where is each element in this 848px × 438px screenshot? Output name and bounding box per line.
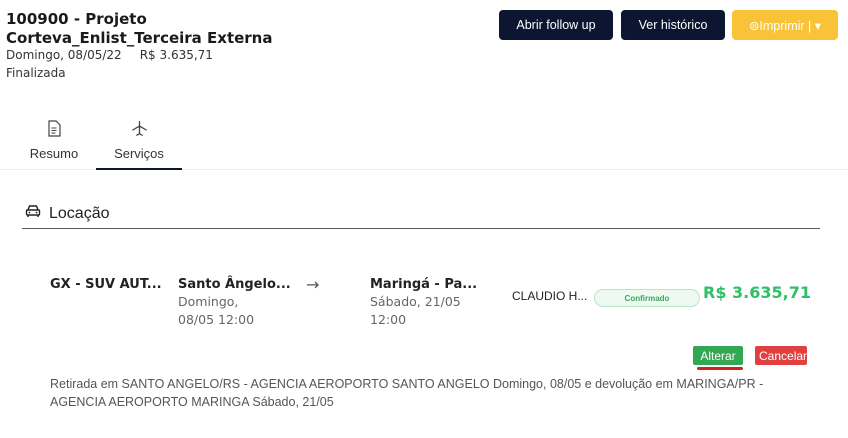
pickup-city: Santo Ângelo... bbox=[178, 277, 291, 292]
alter-underline bbox=[697, 367, 743, 370]
section-title: Locação bbox=[25, 204, 110, 223]
tab-resumo[interactable]: Resumo bbox=[14, 118, 94, 170]
section-divider bbox=[22, 228, 820, 229]
booking-price: R$ 3.635,71 bbox=[703, 283, 811, 302]
tab-bar: Resumo Serviços bbox=[0, 118, 848, 170]
order-price: R$ 3.635,71 bbox=[139, 48, 213, 62]
status-badge: Confirmado bbox=[594, 289, 700, 307]
car-model: GX - SUV AUT... bbox=[50, 277, 162, 292]
alter-button[interactable]: Alterar bbox=[693, 346, 743, 365]
car-icon bbox=[25, 204, 41, 223]
booking-description: Retirada em SANTO ANGELO/RS - AGENCIA AE… bbox=[50, 377, 764, 409]
document-icon bbox=[47, 118, 61, 138]
cancel-button[interactable]: Cancelar bbox=[755, 346, 807, 365]
dropoff-date-time: 12:00 bbox=[370, 312, 407, 327]
pickup-date-day: Domingo, bbox=[178, 294, 239, 309]
order-date: Domingo, 08/05/22 bbox=[6, 48, 122, 62]
page-title: 100900 - Projeto Corteva_Enlist_Terceira… bbox=[6, 10, 273, 47]
arrow-right-icon: → bbox=[306, 275, 320, 294]
order-subline: Domingo, 08/05/22 R$ 3.635,71 bbox=[6, 48, 213, 62]
pickup-date-time: 08/05 12:00 bbox=[178, 312, 255, 327]
pickup-date: Domingo, 08/05 12:00 bbox=[178, 293, 254, 329]
print-button[interactable]: ⊜Imprimir | ▾ bbox=[732, 10, 838, 40]
view-history-button[interactable]: Ver histórico bbox=[621, 10, 725, 40]
section-title-label: Locação bbox=[49, 204, 110, 222]
airplane-icon bbox=[131, 118, 148, 138]
dropoff-date-day: Sábado, 21/05 bbox=[370, 294, 461, 309]
open-followup-button[interactable]: Abrir follow up bbox=[499, 10, 613, 40]
traveler-name: CLAUDIO H... bbox=[512, 289, 588, 303]
dropoff-date: Sábado, 21/05 12:00 bbox=[370, 293, 461, 329]
order-status: Finalizada bbox=[6, 66, 66, 80]
dropoff-city: Maringá - Pa... bbox=[370, 277, 478, 292]
tab-servicos[interactable]: Serviços bbox=[96, 118, 182, 170]
tab-resumo-label: Resumo bbox=[29, 146, 79, 161]
tab-servicos-label: Serviços bbox=[114, 146, 164, 161]
